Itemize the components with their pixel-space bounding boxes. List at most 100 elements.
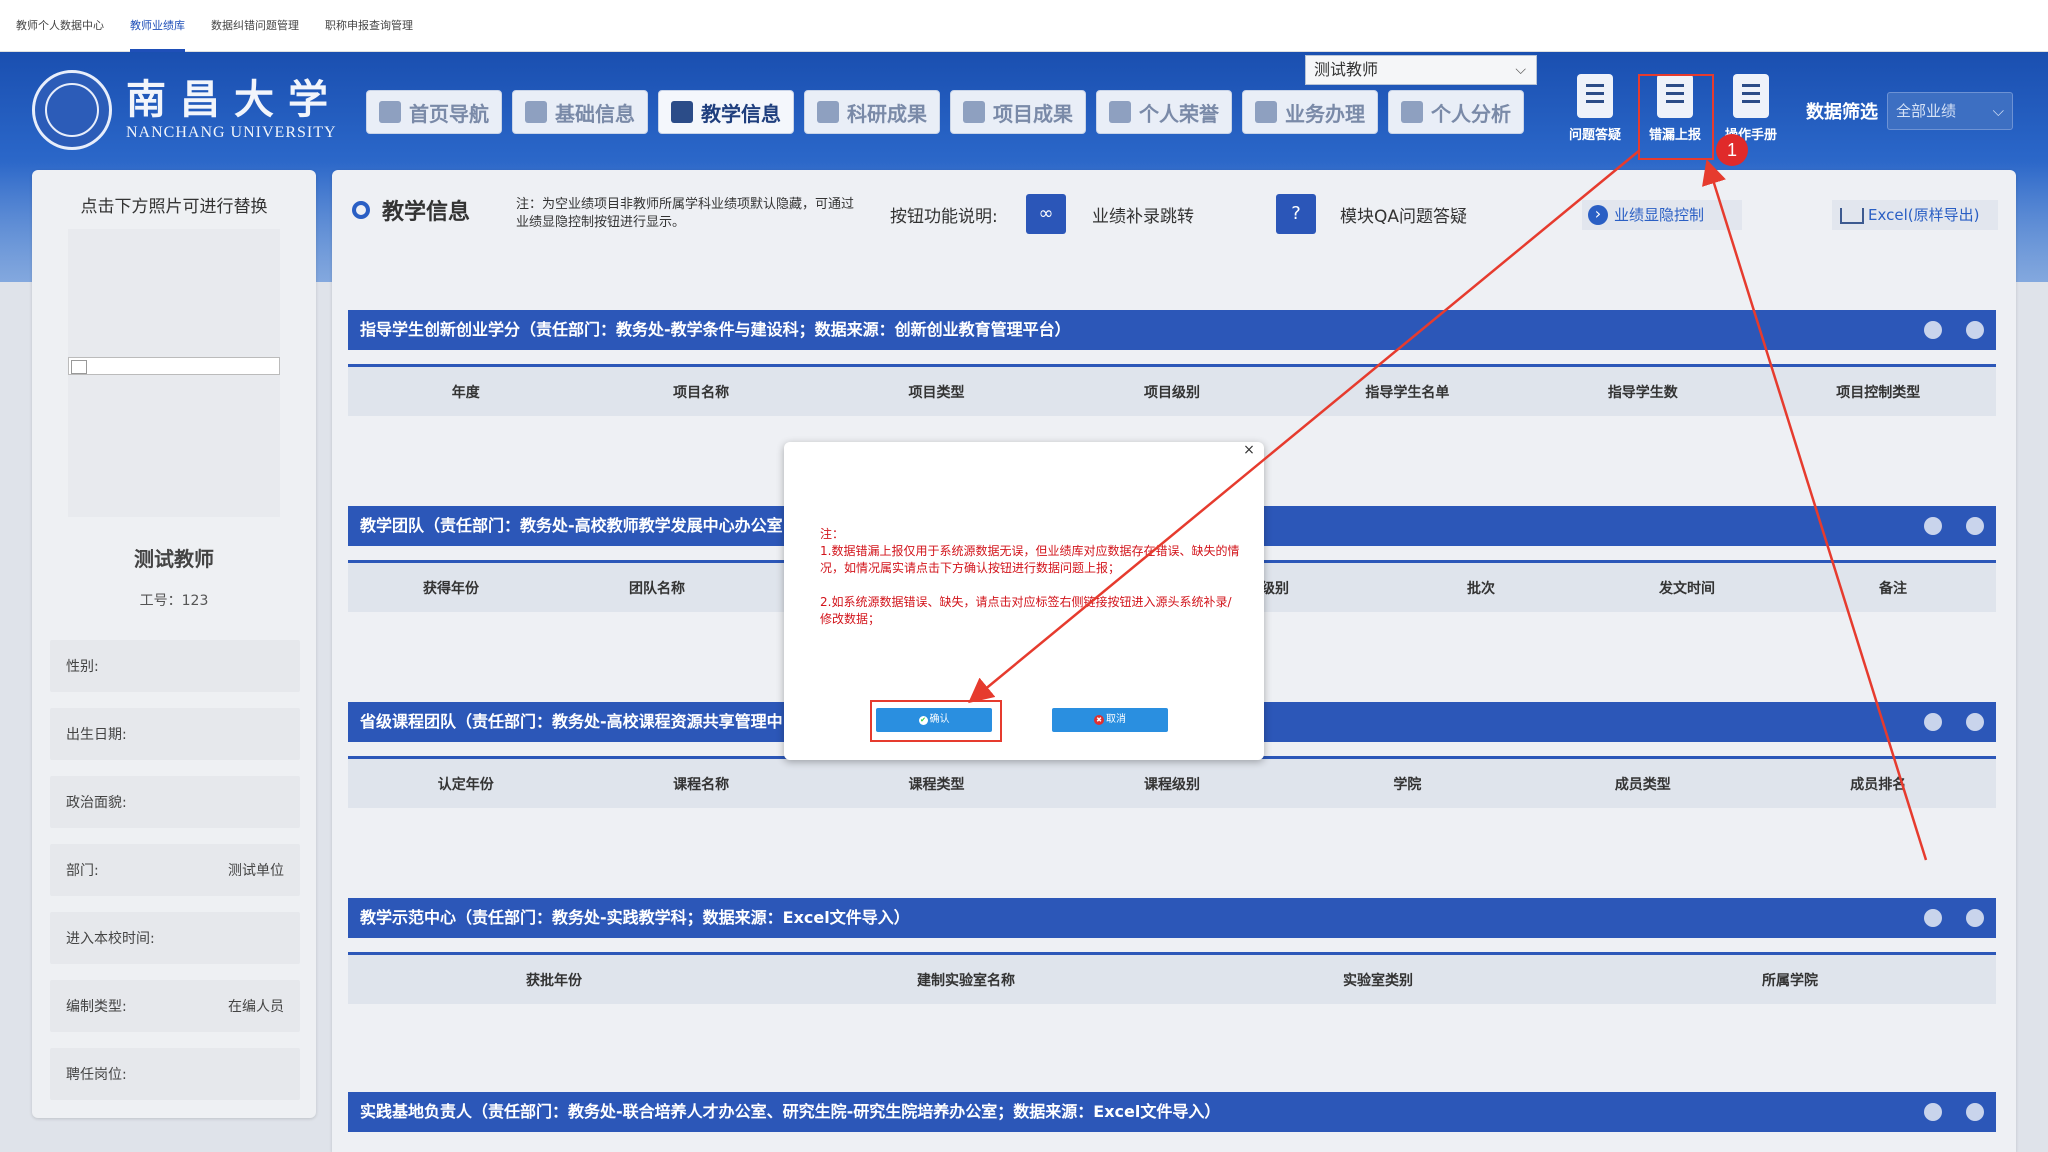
- field-position: 聘任岗位:: [50, 1048, 300, 1100]
- circle-icon: [352, 201, 370, 219]
- note-2: 2.如系统源数据错误、缺失，请点击对应标签右侧链接按钮进入源头系统补录/修改数据…: [820, 595, 1232, 626]
- nav-label: 首页导航: [409, 101, 489, 126]
- field-label: 政治面貌:: [66, 795, 127, 811]
- teacher-select-value: 测试教师: [1314, 60, 1379, 79]
- photo-hint: 点击下方照片可进行替换: [80, 197, 268, 217]
- section-title: 教学示范中心（责任部门：教务处-实践教学科；数据来源：Excel文件导入）: [360, 908, 910, 927]
- excel-export-button[interactable]: Excel(原样导出): [1832, 200, 1998, 230]
- link-icon[interactable]: [1924, 909, 1942, 927]
- table-body: [348, 808, 1996, 888]
- field-label: 编制类型:: [66, 999, 127, 1015]
- column-header: 课程名称: [673, 776, 730, 793]
- link-icon[interactable]: [1924, 1103, 1942, 1121]
- qa-icon: [1577, 74, 1613, 118]
- nav-teaching-info[interactable]: 教学信息: [658, 90, 794, 134]
- field-gender: 性别:: [50, 640, 300, 692]
- tab-performance-library[interactable]: 教师业绩库: [130, 0, 185, 52]
- chevron-down-icon: ⌵: [1992, 102, 2004, 120]
- nav-research[interactable]: 科研成果: [804, 90, 940, 134]
- medal-icon: [1109, 101, 1131, 123]
- column-header: 指导学生数: [1607, 384, 1678, 401]
- nav-home[interactable]: 首页导航: [366, 90, 502, 134]
- nav-projects[interactable]: 项目成果: [950, 90, 1086, 134]
- link-icon[interactable]: [1924, 713, 1942, 731]
- column-header: 指导学生名单: [1365, 384, 1450, 401]
- column-header: 成员类型: [1614, 776, 1671, 793]
- field-join-date: 进入本校时间:: [50, 912, 300, 964]
- data-filter-select[interactable]: 全部业绩 ⌵: [1887, 92, 2013, 130]
- table-header: 年度 项目名称 项目类型 项目级别 指导学生名单 指导学生数 项目控制类型: [348, 364, 1996, 416]
- link-icon[interactable]: [1924, 321, 1942, 339]
- error-report-dialog: × 注： 1.数据错漏上报仅用于系统源数据无误，但业绩库对应数据存在错误、缺失的…: [784, 442, 1264, 760]
- field-staff-type: 编制类型: 在编人员: [50, 980, 300, 1032]
- panel-header: 教学信息 注：为空业绩项目非教师所属学科业绩项默认隐藏，可通过业绩显隐控制按钮进…: [332, 170, 2016, 244]
- qa-button[interactable]: 问题答疑: [1564, 74, 1626, 143]
- visibility-toggle-button[interactable]: 业绩显隐控制: [1582, 200, 1742, 230]
- help-icon[interactable]: [1966, 517, 1984, 535]
- university-logo: 南昌大学 NANCHANG UNIVERSITY: [32, 70, 342, 150]
- manual-button[interactable]: 操作手册: [1720, 74, 1782, 143]
- section-header: 指导学生创新创业学分（责任部门：教务处-教学条件与建设科；数据来源：创新创业教育…: [348, 310, 1996, 350]
- column-header: 实验室类别: [1343, 972, 1413, 989]
- table-header: 获批年份 建制实验室名称 实验室类别 所属学院: [348, 952, 1996, 1004]
- legend-label: 按钮功能说明:: [890, 207, 998, 227]
- legend-qa-label: 模块QA问题答疑: [1340, 207, 1468, 227]
- close-icon[interactable]: ×: [1240, 442, 1258, 460]
- profile-photo[interactable]: [68, 229, 280, 517]
- tab-error-management[interactable]: 数据纠错问题管理: [211, 0, 299, 52]
- section-title: 实践基地负责人（责任部门：教务处-联合培养人才办公室、研究生院-研究生院培养办公…: [360, 1102, 1221, 1121]
- qa-label: 问题答疑: [1568, 128, 1621, 143]
- column-header: 项目类型: [908, 384, 965, 401]
- note-1: 1.数据错漏上报仅用于系统源数据无误，但业绩库对应数据存在错误、缺失的情况，如情…: [820, 544, 1240, 575]
- tab-personal-data-center[interactable]: 教师个人数据中心: [16, 0, 104, 52]
- nav-basic-info[interactable]: 基础信息: [512, 90, 648, 134]
- legend-jump-label: 业绩补录跳转: [1092, 207, 1194, 227]
- section-title: 省级课程团队（责任部门：教务处-高校课程资源共享管理中: [360, 712, 783, 731]
- column-header: 课程类型: [908, 776, 965, 793]
- flask-icon: [817, 101, 839, 123]
- home-icon: [379, 101, 401, 123]
- logo-chinese-name: 南昌大学: [126, 76, 342, 123]
- chevron-down-icon: ⌵: [1515, 62, 1526, 78]
- data-filter-value: 全部业绩: [1896, 102, 1957, 120]
- help-icon[interactable]: [1966, 1103, 1984, 1121]
- panel-title-text: 教学信息: [382, 200, 471, 225]
- teacher-select[interactable]: 测试教师 ⌵: [1305, 55, 1537, 85]
- help-icon: ?: [1276, 194, 1316, 234]
- data-filter-label: 数据筛选: [1806, 102, 1878, 123]
- tab-title-query[interactable]: 职称申报查询管理: [325, 0, 413, 52]
- nav-analysis[interactable]: 个人分析: [1388, 90, 1524, 134]
- nav-honors[interactable]: 个人荣誉: [1096, 90, 1232, 134]
- section-title: 教学团队（责任部门：教务处-高校教师教学发展中心办公室: [360, 516, 783, 535]
- field-label: 性别:: [66, 659, 99, 675]
- column-header: 认定年份: [437, 776, 494, 793]
- field-label: 进入本校时间:: [66, 931, 155, 947]
- column-header: 团队名称: [629, 580, 685, 597]
- profile-fields: 性别: 出生日期: 政治面貌: 部门: 测试单位 进入本校时间: 编制类型: 在编人…: [50, 640, 300, 1116]
- teacher-name: 测试教师: [134, 547, 214, 571]
- column-header: 项目控制类型: [1836, 384, 1921, 401]
- column-header: 项目级别: [1143, 384, 1200, 401]
- confirm-button[interactable]: 确认: [876, 708, 992, 732]
- university-seal-icon: [32, 70, 112, 150]
- nav-label: 个人分析: [1431, 101, 1511, 126]
- dialog-notes: 注： 1.数据错漏上报仅用于系统源数据无误，但业绩库对应数据存在错误、缺失的情况…: [820, 526, 1240, 645]
- link-icon[interactable]: [1924, 517, 1942, 535]
- nav-label: 个人荣誉: [1139, 101, 1219, 126]
- column-header: 发文时间: [1659, 580, 1715, 597]
- section-demo-center: 教学示范中心（责任部门：教务处-实践教学科；数据来源：Excel文件导入） 获批…: [348, 898, 1996, 1084]
- field-birthdate: 出生日期:: [50, 708, 300, 760]
- step-badge-1: 1: [1716, 134, 1748, 166]
- cancel-button[interactable]: 取消: [1052, 708, 1168, 732]
- field-political: 政治面貌:: [50, 776, 300, 828]
- nav-business[interactable]: 业务办理: [1242, 90, 1378, 134]
- column-header: 获得年份: [423, 580, 479, 597]
- column-header: 建制实验室名称: [917, 972, 1015, 989]
- grid-icon: [525, 101, 547, 123]
- help-icon[interactable]: [1966, 321, 1984, 339]
- panel-title: 教学信息: [352, 194, 470, 226]
- section-practice-base: 实践基地负责人（责任部门：教务处-联合培养人才办公室、研究生院-研究生院培养办公…: [348, 1092, 1996, 1132]
- help-icon[interactable]: [1966, 909, 1984, 927]
- help-icon[interactable]: [1966, 713, 1984, 731]
- logo-english-name: NANCHANG UNIVERSITY: [126, 124, 337, 141]
